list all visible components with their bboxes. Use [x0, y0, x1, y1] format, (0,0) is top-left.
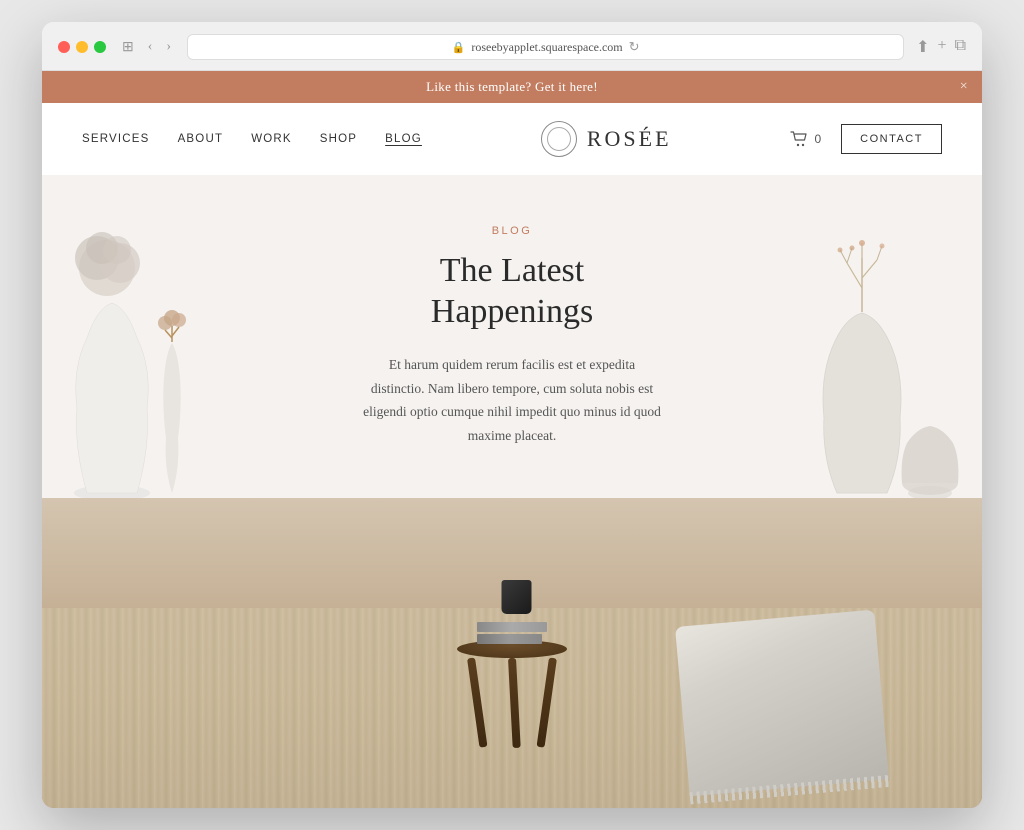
browser-window: ⊞ ‹ › 🔒 roseebyapplet.squarespace.com ↻ …	[42, 22, 982, 807]
forward-button[interactable]: ›	[162, 37, 175, 57]
browser-navigation-controls: ⊞ ‹ ›	[118, 37, 175, 58]
navigation: SERVICES ABOUT WORK SHOP BLOG ROSÉE 0	[42, 103, 982, 175]
stool-leg-middle	[508, 657, 521, 747]
reload-icon[interactable]: ↻	[629, 39, 640, 55]
stool-decoration	[457, 640, 567, 748]
mug-on-stool	[502, 580, 532, 614]
close-window-button[interactable]	[58, 41, 70, 53]
nav-links: SERVICES ABOUT WORK SHOP BLOG	[82, 133, 422, 145]
announcement-close-button[interactable]: ×	[960, 79, 968, 95]
nav-link-about[interactable]: ABOUT	[178, 133, 224, 145]
logo-icon	[541, 121, 577, 157]
blog-image-section	[42, 498, 982, 808]
website-content: Like this template? Get it here! × SERVI…	[42, 71, 982, 807]
announcement-text: Like this template? Get it here!	[426, 79, 598, 95]
browser-actions: ⬆ + ⧉	[916, 37, 966, 57]
url-text: roseebyapplet.squarespace.com	[471, 40, 622, 55]
cart-count: 0	[814, 132, 821, 146]
site-logo[interactable]: ROSÉE	[541, 121, 672, 157]
tabs-icon[interactable]: ⧉	[955, 37, 966, 57]
right-vase-decoration	[782, 175, 982, 497]
nav-link-services[interactable]: SERVICES	[82, 133, 150, 145]
left-vases-decoration	[42, 175, 272, 497]
contact-button[interactable]: CONTACT	[841, 124, 942, 154]
room-scene	[42, 498, 982, 808]
book-1	[477, 622, 547, 632]
stool-leg-right	[537, 657, 557, 747]
nav-link-blog[interactable]: BLOG	[385, 133, 422, 145]
books-on-stool	[477, 622, 547, 644]
hero-section: BLOG The Latest Happenings Et harum quid…	[42, 175, 982, 497]
logo-text: ROSÉE	[587, 126, 672, 152]
window-grid-button[interactable]: ⊞	[118, 37, 138, 58]
stool-leg-left	[467, 657, 487, 747]
hero-title: The Latest Happenings	[362, 251, 662, 333]
browser-chrome: ⊞ ‹ › 🔒 roseebyapplet.squarespace.com ↻ …	[42, 22, 982, 71]
hero-body-text: Et harum quidem rerum facilis est et exp…	[362, 353, 662, 448]
right-vase-svg	[782, 208, 982, 498]
hero-eyebrow: BLOG	[362, 225, 662, 237]
share-icon[interactable]: ⬆	[916, 37, 929, 57]
announcement-bar: Like this template? Get it here! ×	[42, 71, 982, 103]
new-tab-icon[interactable]: +	[938, 37, 947, 57]
address-bar[interactable]: 🔒 roseebyapplet.squarespace.com ↻	[187, 34, 904, 60]
nav-right-actions: 0 CONTACT	[790, 124, 942, 154]
stool-legs	[467, 658, 557, 748]
left-vases-svg	[42, 208, 272, 498]
lock-icon: 🔒	[452, 41, 466, 54]
cart-button[interactable]: 0	[790, 131, 821, 147]
back-button[interactable]: ‹	[144, 37, 157, 57]
nav-link-shop[interactable]: SHOP	[320, 133, 357, 145]
maximize-window-button[interactable]	[94, 41, 106, 53]
book-2	[477, 634, 542, 644]
cart-icon	[790, 131, 808, 147]
blanket-decoration	[675, 609, 889, 796]
traffic-lights	[58, 41, 106, 53]
nav-link-work[interactable]: WORK	[251, 133, 292, 145]
hero-content: BLOG The Latest Happenings Et harum quid…	[342, 175, 682, 497]
minimize-window-button[interactable]	[76, 41, 88, 53]
